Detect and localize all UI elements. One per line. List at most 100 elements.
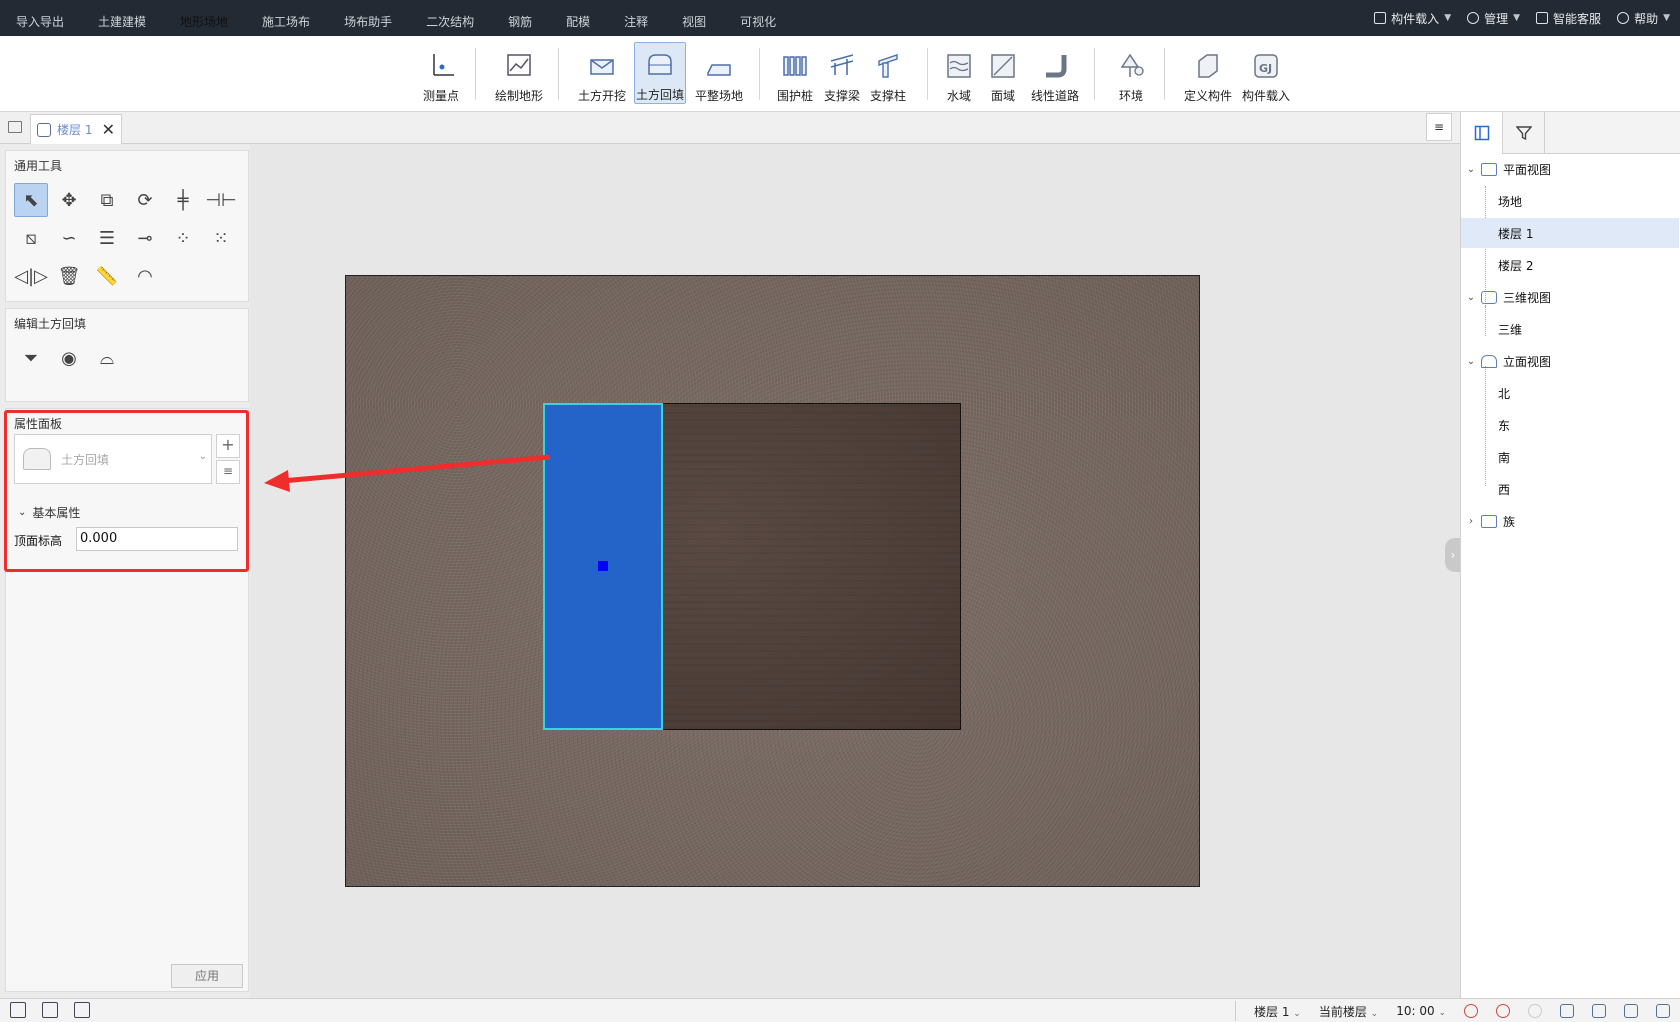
visibility-icon[interactable]	[1496, 1004, 1510, 1018]
smart-service-button[interactable]: 智能客服	[1536, 10, 1601, 27]
delete-icon[interactable]: 🗑	[52, 259, 86, 293]
cube-icon[interactable]	[1656, 1004, 1670, 1018]
measure-point-button[interactable]: 测量点	[416, 42, 466, 104]
ribbon-divider	[558, 48, 559, 100]
tree-node-family[interactable]: › 族	[1465, 506, 1680, 536]
retaining-pile-button[interactable]: 围护桩	[774, 42, 816, 104]
add-type-button[interactable]: +	[216, 434, 240, 458]
document-tab-bar: 楼层 1 ✕ ≡	[0, 112, 1460, 144]
tab-secondary-structure[interactable]: 二次结构	[410, 8, 490, 36]
chevron-down-icon: ⌄	[18, 507, 27, 518]
align-tool-icon[interactable]: ☰	[90, 221, 124, 255]
tab-terrain-site[interactable]: 地形场地	[164, 8, 244, 36]
chevron-down-icon: ⌄	[1370, 1008, 1379, 1019]
edit-type-button[interactable]: ≡	[216, 460, 240, 484]
type-selector[interactable]: 土方回填 ⌄	[14, 434, 212, 484]
tab-annotation[interactable]: 注释	[608, 8, 664, 36]
level-site-button[interactable]: 平整场地	[692, 42, 746, 104]
basic-properties-label: 基本属性	[32, 506, 81, 520]
water-area-button[interactable]: 水域	[942, 42, 976, 104]
tree-node-west[interactable]: 西	[1461, 474, 1679, 504]
light-bulb-icon[interactable]	[1528, 1004, 1542, 1018]
copy-tool-icon[interactable]: ⧉	[90, 183, 124, 217]
tree-node-plan-view[interactable]: ⌄ 平面视图	[1465, 154, 1680, 184]
tree-node-north[interactable]: 北	[1461, 378, 1679, 408]
basic-properties-group[interactable]: ⌄ 基本属性	[18, 504, 80, 521]
support-column-icon	[878, 54, 898, 78]
time-selector[interactable]: 10: 00 ⌄	[1396, 1004, 1446, 1018]
grid-array-tool-icon[interactable]: ⁙	[204, 221, 238, 255]
project-browser-tab[interactable]	[1461, 112, 1503, 154]
break-tool-icon[interactable]: ⊣⊢	[204, 183, 238, 217]
tab-label: 二次结构	[426, 15, 475, 29]
backfill-center-handle[interactable]	[598, 561, 608, 571]
offset-tool-icon[interactable]: ∽	[52, 221, 86, 255]
tab-layout-assistant[interactable]: 场布助手	[328, 8, 408, 36]
tree-node-south[interactable]: 南	[1461, 442, 1679, 472]
rotate-tool-icon[interactable]: ⟳	[128, 183, 162, 217]
tree-node-east[interactable]: 东	[1461, 410, 1679, 440]
split-tool-icon[interactable]: ╪	[166, 183, 200, 217]
top-elevation-input[interactable]: 0.000	[76, 527, 238, 551]
ruler-icon[interactable]: 📏	[90, 259, 124, 293]
tab-visualization[interactable]: 可视化	[724, 8, 792, 36]
tree-node-floor2[interactable]: 楼层 2	[1461, 250, 1679, 280]
help-menu[interactable]: 帮助 ▼	[1617, 10, 1670, 27]
draw-terrain-button[interactable]: 绘制地形	[490, 42, 548, 104]
tree-node-site[interactable]: 场地	[1461, 186, 1679, 216]
tab-view[interactable]: 视图	[666, 8, 722, 36]
component-load-button[interactable]: GJ 构件载入	[1238, 42, 1294, 104]
filter-tab[interactable]	[1503, 112, 1545, 154]
tree-node-floor1[interactable]: 楼层 1	[1461, 218, 1679, 248]
earth-backfill-button[interactable]: 土方回填	[634, 42, 686, 104]
surface-area-button[interactable]: 面域	[986, 42, 1020, 104]
move-tool-icon[interactable]: ✥	[52, 183, 86, 217]
tab-label: 施工场布	[262, 15, 311, 29]
tab-formwork[interactable]: 配模	[550, 8, 606, 36]
sun-icon[interactable]	[1464, 1004, 1478, 1018]
layout-tiles-icon[interactable]	[74, 1002, 90, 1018]
status-bar: 楼层 1 ⌄ 当前楼层 ⌄ 10: 00 ⌄	[0, 998, 1680, 1022]
layout-split-icon[interactable]	[42, 1002, 58, 1018]
collapse-panel-icon[interactable]: ›	[1445, 538, 1461, 572]
palette-icon[interactable]: ◉	[52, 341, 86, 375]
layout-grid-icon[interactable]	[10, 1002, 26, 1018]
extend-tool-icon[interactable]: ⊸	[128, 221, 162, 255]
document-tab-floor1[interactable]: 楼层 1 ✕	[30, 114, 122, 144]
tree-node-3d-view[interactable]: ⌄ 三维视图	[1465, 282, 1680, 312]
support-beam-label: 支撑梁	[823, 89, 860, 103]
component-load-menu[interactable]: 构件载入 ▼	[1374, 10, 1451, 27]
tree-node-label: 三维视图	[1503, 290, 1552, 305]
tab-import-export[interactable]: 导入导出	[0, 8, 80, 36]
support-column-button[interactable]: 支撑柱	[866, 42, 910, 104]
backfill-edit-icon[interactable]: ⌓	[90, 341, 124, 375]
panel-toggle-icon[interactable]	[8, 121, 22, 133]
close-icon[interactable]: ✕	[102, 120, 115, 139]
angle-measure-icon[interactable]: ◠	[128, 259, 162, 293]
current-floor-selector[interactable]: 当前楼层 ⌄	[1319, 1003, 1378, 1020]
trim-tool-icon[interactable]: ⧅	[14, 221, 48, 255]
environment-button[interactable]: 环境	[1114, 42, 1148, 104]
tab-civil-modeling[interactable]: 土建建模	[82, 8, 162, 36]
apply-button[interactable]: 应用	[171, 964, 243, 988]
filter-icon[interactable]: ⏷	[14, 341, 48, 375]
zoom-icon[interactable]	[1624, 1004, 1638, 1018]
linear-road-button[interactable]: 线性道路	[1028, 42, 1082, 104]
type-selector-value: 土方回填	[61, 452, 110, 467]
earth-excavation-button[interactable]: 土方开挖	[575, 42, 629, 104]
select-tool-icon[interactable]: ⬉	[14, 183, 48, 217]
floor-selector[interactable]: 楼层 1 ⌄	[1254, 1003, 1301, 1020]
hamburger-menu-icon[interactable]: ≡	[1426, 113, 1452, 141]
tree-node-elevation-view[interactable]: ⌄ 立面视图	[1465, 346, 1680, 376]
mirror-tool-icon[interactable]: ◁|▷	[14, 259, 48, 293]
tab-rebar[interactable]: 钢筋	[492, 8, 548, 36]
define-component-button[interactable]: 定义构件	[1180, 42, 1236, 104]
manage-menu[interactable]: 管理 ▼	[1467, 10, 1520, 27]
array-tool-icon[interactable]: ⁘	[166, 221, 200, 255]
display-style-icon[interactable]	[1592, 1004, 1606, 1018]
service-label: 智能客服	[1553, 11, 1602, 26]
tab-construction-layout[interactable]: 施工场布	[246, 8, 326, 36]
support-beam-button[interactable]: 支撑梁	[820, 42, 864, 104]
tree-node-3d[interactable]: 三维	[1461, 314, 1679, 344]
render-icon[interactable]	[1560, 1004, 1574, 1018]
